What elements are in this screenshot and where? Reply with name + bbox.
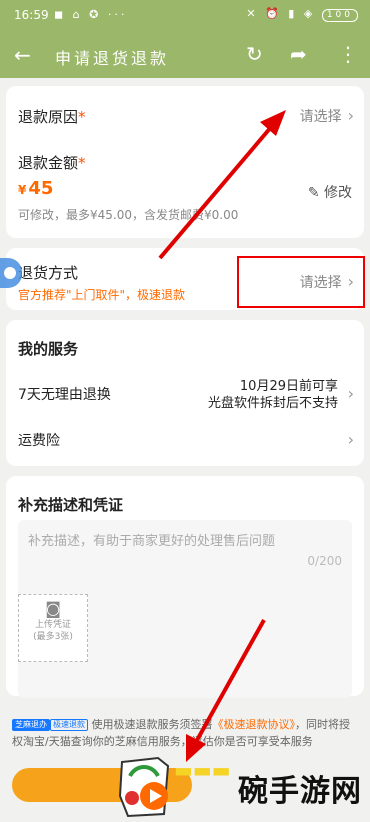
chevron-right-icon: › — [347, 106, 354, 125]
edit-amount-button[interactable]: ✎ 修改 — [308, 182, 352, 202]
service-item-shipping-insurance[interactable]: 运费险 — [18, 430, 60, 450]
system-icons: ✕ ⏰ ▮ ◈ 100 — [246, 7, 358, 22]
annotation-box — [237, 256, 365, 308]
sesame-badge: 芝麻退办 — [12, 719, 50, 731]
service-item-return-label: 7天无理由退换 — [18, 387, 111, 403]
status-icons: ✕ ⏰ ▮ ◈ — [246, 7, 316, 20]
description-title: 补充描述和凭证 — [18, 496, 124, 514]
description-card: 补充描述和凭证 补充描述，有助于商家更好的处理售后问题 0/200 — [6, 476, 364, 698]
agreement-link[interactable]: 《极速退款协议》 — [213, 718, 296, 731]
status-bar: 16:59 ◼ ⌂ ✪ ··· ✕ ⏰ ▮ ◈ 100 — [0, 0, 370, 32]
services-card: 我的服务 7天无理由退换 10月29日前可享 光盘软件拆封后不支持 › 运费险 › — [6, 320, 364, 466]
return-method-promo: 官方推荐"上门取件"，极速退款 — [18, 288, 186, 302]
upload-proof-button[interactable]: ◙ 上传凭证 (最多3张) — [18, 594, 88, 662]
refund-info-card: 退款原因* 请选择 › 退款金额* ¥45 可修改，最多¥45.00，含发货邮费¥… — [6, 86, 364, 238]
more-icon[interactable]: ⋮ — [338, 42, 358, 66]
agreement-text: 芝麻退办 极速退款 使用极速退款服务须签署《极速退款协议》，同时将授权淘宝/天猫查… — [12, 718, 350, 748]
services-title: 我的服务 — [18, 340, 79, 358]
status-time: 16:59 — [14, 8, 49, 22]
watermark-logo — [118, 756, 170, 818]
character-counter: 0/200 — [307, 554, 342, 568]
reason-label: 退款原因* — [18, 108, 86, 126]
refund-amount: ¥45 — [18, 178, 54, 199]
reason-select[interactable]: 请选择 › — [300, 106, 354, 126]
watermark: ▬▬▬ 碗手游网 — [110, 752, 370, 822]
camera-icon: ◙ — [45, 599, 61, 618]
pencil-icon: ✎ — [307, 185, 324, 201]
notification-icons: ◼ ⌂ ✪ ··· — [54, 8, 128, 21]
description-placeholder: 补充描述，有助于商家更好的处理售后问题 — [28, 534, 276, 549]
amount-label: 退款金额* — [18, 154, 86, 172]
return-method-label: 退货方式 — [18, 264, 79, 282]
fast-refund-badge: 极速退款 — [50, 719, 88, 731]
app-header: ← 申请退货退款 ↻ ➦ ⋮ — [0, 34, 370, 78]
refresh-icon[interactable]: ↻ — [246, 42, 263, 66]
chevron-right-icon: › — [347, 430, 354, 449]
battery-icon: 100 — [321, 9, 358, 22]
share-icon[interactable]: ➦ — [290, 42, 307, 66]
service-item-return-detail[interactable]: 10月29日前可享 光盘软件拆封后不支持 — [208, 378, 338, 412]
back-arrow-icon[interactable]: ← — [14, 43, 31, 67]
page-title: 申请退货退款 — [55, 49, 170, 68]
watermark-smear: ▬▬▬ — [174, 758, 231, 782]
chevron-right-icon: › — [347, 384, 354, 403]
amount-hint: 可修改，最多¥45.00，含发货邮费¥0.00 — [18, 208, 239, 222]
watermark-text: 碗手游网 — [238, 774, 362, 809]
